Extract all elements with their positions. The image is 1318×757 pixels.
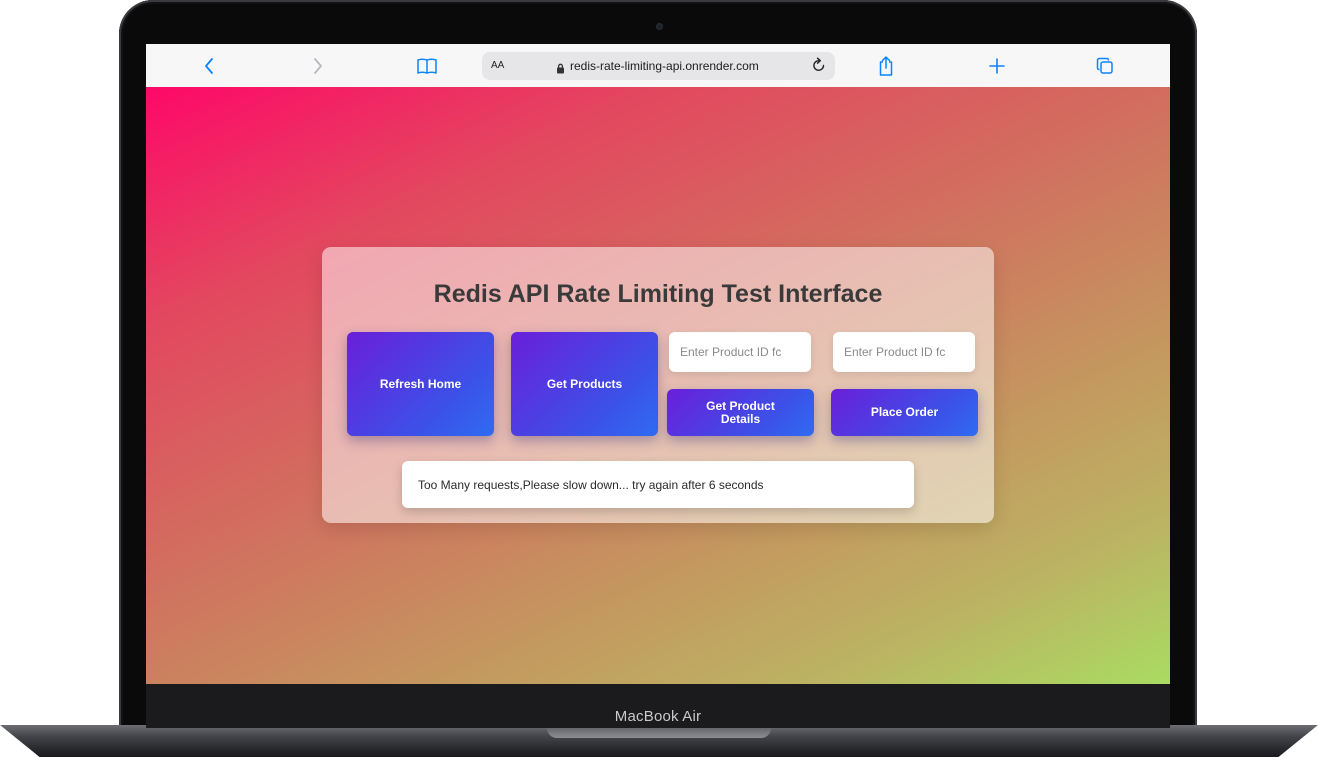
rate-limit-message: Too Many requests,Please slow down... tr…: [402, 461, 914, 508]
chevron-right-icon[interactable]: [307, 55, 329, 77]
plus-icon[interactable]: [986, 55, 1008, 77]
test-interface-card: Redis API Rate Limiting Test Interface R…: [322, 247, 994, 523]
address-bar[interactable]: AA redis-rate-limiting-api.onrender.com: [482, 52, 835, 80]
place-order-id-input[interactable]: [833, 332, 975, 372]
lock-icon: [556, 61, 565, 79]
page-title: Redis API Rate Limiting Test Interface: [433, 280, 883, 308]
url-text: redis-rate-limiting-api.onrender.com: [570, 59, 759, 73]
get-products-button[interactable]: Get Products: [511, 332, 658, 436]
device-label: MacBook Air: [614, 707, 702, 725]
share-icon[interactable]: [875, 55, 897, 77]
text-size-button[interactable]: AA: [491, 60, 504, 71]
reload-icon[interactable]: [811, 57, 827, 79]
product-details-id-input[interactable]: [669, 332, 811, 372]
web-page: Redis API Rate Limiting Test Interface R…: [146, 87, 1170, 684]
laptop-chin: MacBook Air: [146, 684, 1170, 728]
book-icon[interactable]: [416, 55, 438, 77]
chevron-left-icon[interactable]: [198, 55, 220, 77]
screen: AA redis-rate-limiting-api.onrender.com …: [146, 44, 1170, 684]
refresh-home-button[interactable]: Refresh Home: [347, 332, 494, 436]
browser-toolbar: AA redis-rate-limiting-api.onrender.com: [146, 44, 1170, 88]
tabs-icon[interactable]: [1094, 55, 1116, 77]
get-product-details-button[interactable]: Get Product Details: [667, 389, 814, 436]
camera: [656, 23, 663, 30]
place-order-button[interactable]: Place Order: [831, 389, 978, 436]
